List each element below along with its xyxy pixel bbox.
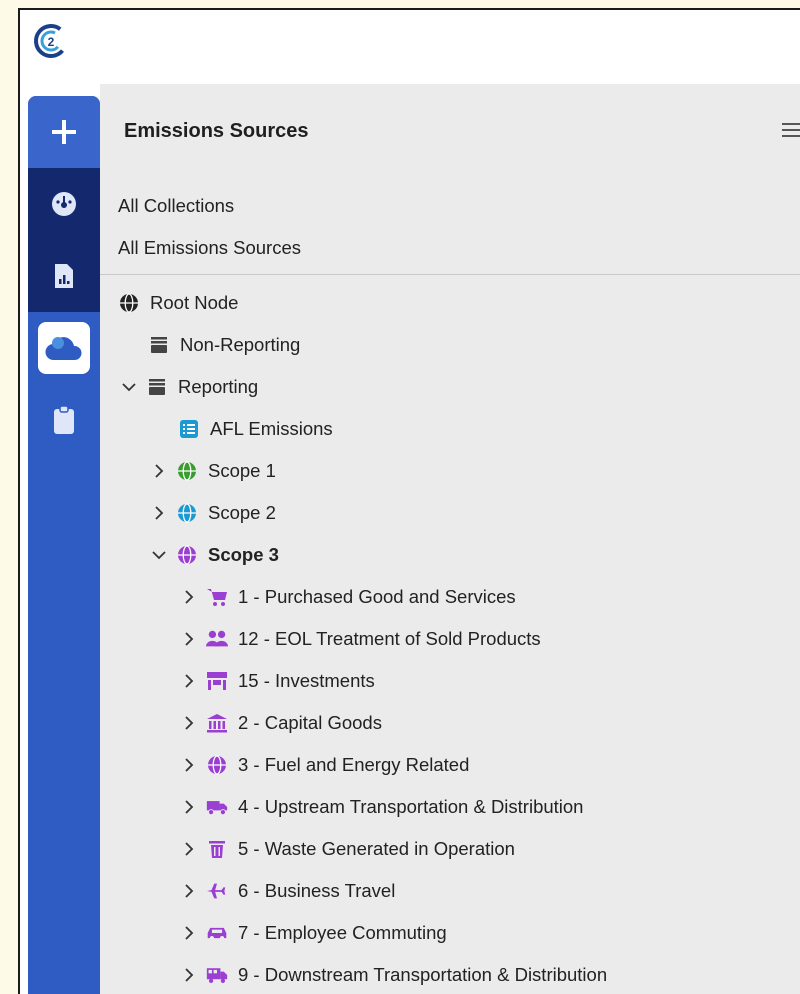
tree-node-category[interactable]: 5 - Waste Generated in Operation xyxy=(180,828,515,870)
left-nav-rail xyxy=(28,96,100,994)
list-icon xyxy=(178,418,200,440)
chevron-right-icon[interactable] xyxy=(180,714,198,732)
clipboard-icon xyxy=(54,405,74,434)
tree-node-scope-3[interactable]: Scope 3 xyxy=(150,534,279,576)
tree-node-category[interactable]: 15 - Investments xyxy=(180,660,375,702)
chevron-right-icon[interactable] xyxy=(180,672,198,690)
top-bar: 2 xyxy=(20,10,800,84)
all-emissions-sources-link[interactable]: All Emissions Sources xyxy=(118,234,301,276)
globe-icon xyxy=(118,292,140,314)
tree-node-category[interactable]: 4 - Upstream Transportation & Distributi… xyxy=(180,786,583,828)
store-icon xyxy=(206,670,228,692)
tree-node-root[interactable]: Root Node xyxy=(118,282,238,324)
car-icon xyxy=(206,922,228,944)
app-window: 2 Emissions Sources All Collections All … xyxy=(18,8,800,994)
archive-icon xyxy=(148,334,170,356)
tree-node-scope-2[interactable]: Scope 2 xyxy=(150,492,276,534)
nav-dashboard[interactable] xyxy=(28,168,100,240)
chevron-right-icon[interactable] xyxy=(180,882,198,900)
chevron-right-icon[interactable] xyxy=(180,798,198,816)
chevron-right-icon[interactable] xyxy=(180,840,198,858)
hamburger-menu-icon[interactable] xyxy=(782,122,800,138)
tree-node-reporting[interactable]: Reporting xyxy=(120,366,258,408)
chevron-right-icon[interactable] xyxy=(180,966,198,984)
chevron-right-icon[interactable] xyxy=(150,504,168,522)
nav-emissions[interactable] xyxy=(28,312,100,384)
tree-node-scope-1[interactable]: Scope 1 xyxy=(150,450,276,492)
chevron-right-icon[interactable] xyxy=(180,924,198,942)
bank-icon xyxy=(206,712,228,734)
tree-node-category[interactable]: 9 - Downstream Transportation & Distribu… xyxy=(180,954,607,994)
gauge-icon xyxy=(52,192,76,216)
cart-icon xyxy=(206,586,228,608)
tree-node-afl-emissions[interactable]: AFL Emissions xyxy=(178,408,333,450)
shuttle-icon xyxy=(206,964,228,986)
truck-icon xyxy=(206,796,228,818)
tree-node-category[interactable]: 12 - EOL Treatment of Sold Products xyxy=(180,618,541,660)
all-collections-link[interactable]: All Collections xyxy=(118,192,301,234)
chevron-down-icon[interactable] xyxy=(150,546,168,564)
chevron-right-icon[interactable] xyxy=(180,588,198,606)
add-button[interactable] xyxy=(28,96,100,168)
trash-icon xyxy=(206,838,228,860)
nav-tasks[interactable] xyxy=(28,384,100,456)
globe-icon xyxy=(176,502,198,524)
tree-node-category[interactable]: 3 - Fuel and Energy Related xyxy=(180,744,469,786)
chevron-right-icon[interactable] xyxy=(150,462,168,480)
tree-node-category[interactable]: 1 - Purchased Good and Services xyxy=(180,576,516,618)
users-icon xyxy=(206,628,228,650)
cloud-icon xyxy=(45,337,82,361)
nav-reports[interactable] xyxy=(28,240,100,312)
chevron-right-icon[interactable] xyxy=(180,756,198,774)
globe-icon xyxy=(176,544,198,566)
globe-icon xyxy=(206,754,228,776)
globe-icon xyxy=(176,460,198,482)
tree-node-category[interactable]: 7 - Employee Commuting xyxy=(180,912,447,954)
tree-node-non-reporting[interactable]: Non-Reporting xyxy=(148,324,300,366)
report-icon xyxy=(55,264,73,288)
plus-icon xyxy=(52,120,76,144)
app-logo: 2 xyxy=(34,24,68,58)
tree-node-category[interactable]: 2 - Capital Goods xyxy=(180,702,382,744)
tree-node-category[interactable]: 6 - Business Travel xyxy=(180,870,395,912)
chevron-right-icon[interactable] xyxy=(180,630,198,648)
emissions-sources-panel: Emissions Sources All Collections All Em… xyxy=(100,84,800,994)
divider xyxy=(100,274,800,275)
svg-text:2: 2 xyxy=(48,35,55,49)
archive-icon xyxy=(146,376,168,398)
plane-icon xyxy=(206,880,228,902)
panel-title: Emissions Sources xyxy=(124,120,309,142)
chevron-down-icon[interactable] xyxy=(120,378,138,396)
